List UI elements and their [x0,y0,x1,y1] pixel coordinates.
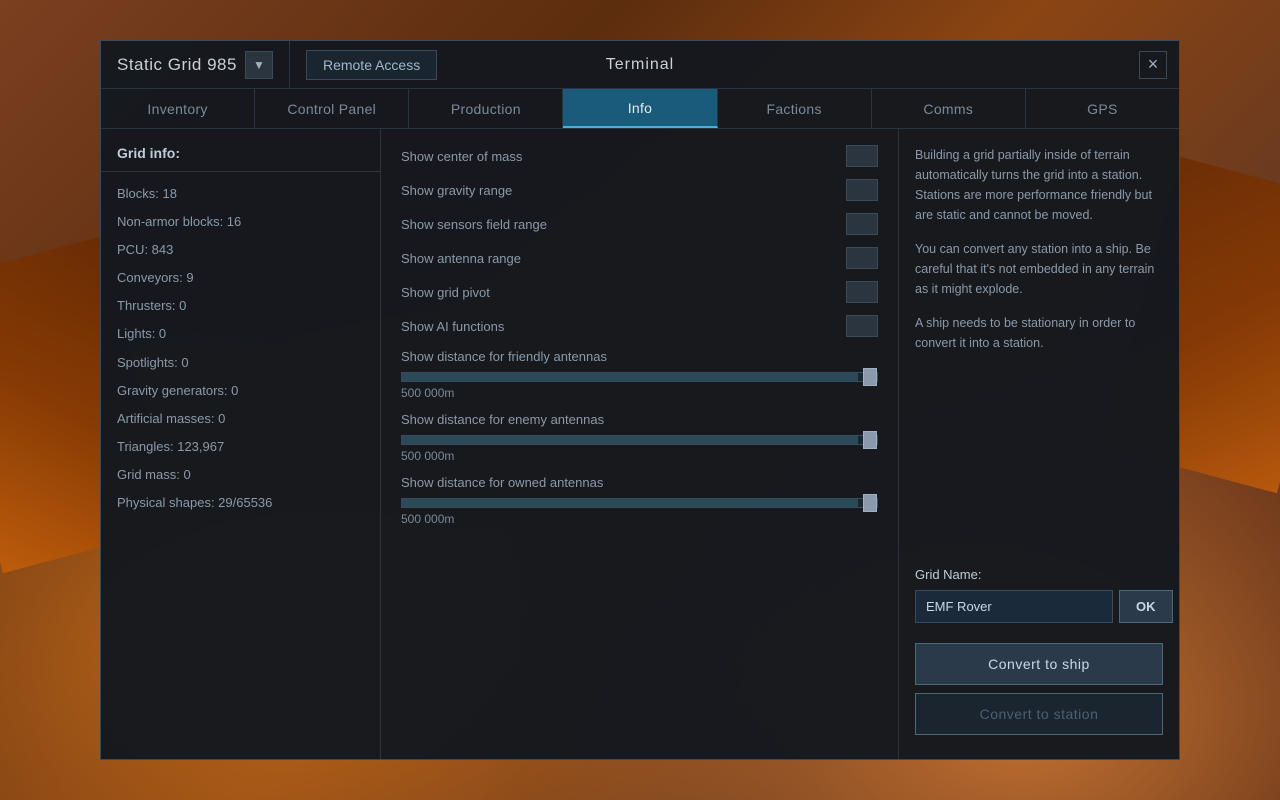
close-button[interactable]: × [1139,51,1167,79]
info-text-convert-ship: You can convert any station into a ship.… [915,239,1163,299]
grid-stat-gravity-gen: Gravity generators: 0 [101,377,380,405]
modal-overlay: Static Grid 985 ▼ Remote Access Terminal… [0,0,1280,800]
slider-enemy-antennas-section: Show distance for enemy antennas 500 000… [401,412,878,463]
grid-stat-thrusters: Thrusters: 0 [101,292,380,320]
toggle-ai-functions-checkbox[interactable] [846,315,878,337]
toggle-center-of-mass-checkbox[interactable] [846,145,878,167]
slider-friendly-antennas-value: 500 000m [401,386,878,400]
toggle-gravity-range-checkbox[interactable] [846,179,878,201]
content-area: Grid info: Blocks: 18 Non-armor blocks: … [101,129,1179,759]
tab-control-panel[interactable]: Control Panel [255,89,409,128]
convert-to-station-button: Convert to station [915,693,1163,735]
grid-stat-non-armor: Non-armor blocks: 16 [101,208,380,236]
grid-name-input-row: OK [915,590,1163,623]
slider-friendly-antennas-fill [402,373,858,381]
grid-stat-lights: Lights: 0 [101,320,380,348]
tab-factions[interactable]: Factions [718,89,872,128]
tab-info[interactable]: Info [563,89,717,128]
toggle-gravity-range: Show gravity range [401,179,878,201]
info-divider [101,171,380,172]
slider-enemy-antennas-track[interactable] [401,435,878,445]
grid-stat-pcu: PCU: 843 [101,236,380,264]
grid-name-label: Grid Name: [915,567,1163,582]
grid-stat-artificial-masses: Artificial masses: 0 [101,405,380,433]
middle-panel: Show center of mass Show gravity range S… [381,129,899,759]
grid-stat-mass: Grid mass: 0 [101,461,380,489]
tab-production[interactable]: Production [409,89,563,128]
slider-owned-antennas-track[interactable] [401,498,878,508]
toggle-sensors-field-range-checkbox[interactable] [846,213,878,235]
slider-owned-antennas-thumb[interactable] [863,494,877,512]
terminal-title: Terminal [606,56,674,74]
slider-owned-antennas-label: Show distance for owned antennas [401,475,878,490]
slider-owned-antennas-value: 500 000m [401,512,878,526]
slider-friendly-antennas-section: Show distance for friendly antennas 500 … [401,349,878,400]
toggle-grid-pivot-checkbox[interactable] [846,281,878,303]
tab-comms[interactable]: Comms [872,89,1026,128]
grid-info-title: Grid info: [101,141,380,171]
title-bar: Static Grid 985 ▼ Remote Access Terminal… [101,41,1179,89]
grid-name-area: Static Grid 985 ▼ [101,41,290,88]
tab-gps[interactable]: GPS [1026,89,1179,128]
info-text-station: Building a grid partially inside of terr… [915,145,1163,225]
toggle-antenna-range: Show antenna range [401,247,878,269]
modal: Static Grid 985 ▼ Remote Access Terminal… [100,40,1180,760]
slider-friendly-antennas-label: Show distance for friendly antennas [401,349,878,364]
grid-stat-blocks: Blocks: 18 [101,180,380,208]
toggle-center-of-mass: Show center of mass [401,145,878,167]
toggle-sensors-field-range: Show sensors field range [401,213,878,235]
grid-stat-physical-shapes: Physical shapes: 29/65536 [101,489,380,517]
tab-inventory[interactable]: Inventory [101,89,255,128]
tab-bar: Inventory Control Panel Production Info … [101,89,1179,129]
slider-owned-antennas-section: Show distance for owned antennas 500 000… [401,475,878,526]
slider-friendly-antennas-track[interactable] [401,372,878,382]
slider-friendly-antennas-thumb[interactable] [863,368,877,386]
grid-name-input[interactable] [915,590,1113,623]
slider-enemy-antennas-label: Show distance for enemy antennas [401,412,878,427]
slider-enemy-antennas-thumb[interactable] [863,431,877,449]
grid-name-text: Static Grid 985 [117,55,237,75]
toggle-grid-pivot: Show grid pivot [401,281,878,303]
toggle-ai-functions: Show AI functions [401,315,878,337]
grid-stat-spotlights: Spotlights: 0 [101,349,380,377]
chevron-down-icon: ▼ [253,58,265,72]
right-panel: Building a grid partially inside of terr… [899,129,1179,759]
grid-stat-triangles: Triangles: 123,967 [101,433,380,461]
left-panel: Grid info: Blocks: 18 Non-armor blocks: … [101,129,381,759]
ok-button[interactable]: OK [1119,590,1173,623]
slider-owned-antennas-fill [402,499,858,507]
dropdown-arrow-button[interactable]: ▼ [245,51,273,79]
slider-enemy-antennas-value: 500 000m [401,449,878,463]
convert-to-ship-button[interactable]: Convert to ship [915,643,1163,685]
remote-access-button[interactable]: Remote Access [306,50,437,80]
info-text-stationary: A ship needs to be stationary in order t… [915,313,1163,353]
toggle-antenna-range-checkbox[interactable] [846,247,878,269]
grid-stat-conveyors: Conveyors: 9 [101,264,380,292]
slider-enemy-antennas-fill [402,436,858,444]
